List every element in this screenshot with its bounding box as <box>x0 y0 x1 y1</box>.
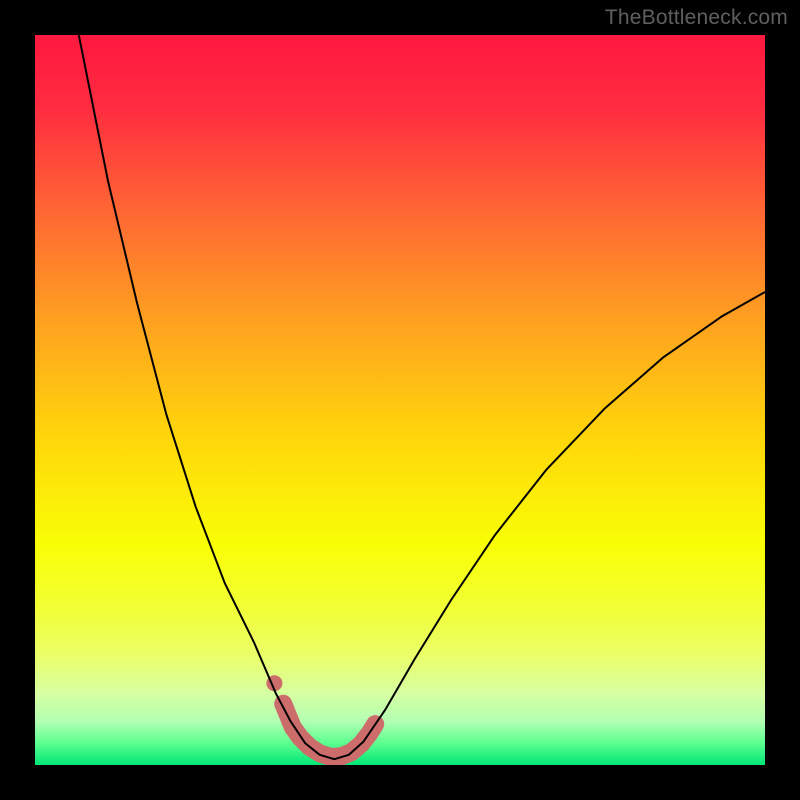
plot-area <box>35 35 765 765</box>
curve-layer <box>35 35 765 765</box>
chart-frame <box>35 35 765 765</box>
bottleneck-curve-path <box>79 35 765 759</box>
watermark-text: TheBottleneck.com <box>605 6 788 30</box>
